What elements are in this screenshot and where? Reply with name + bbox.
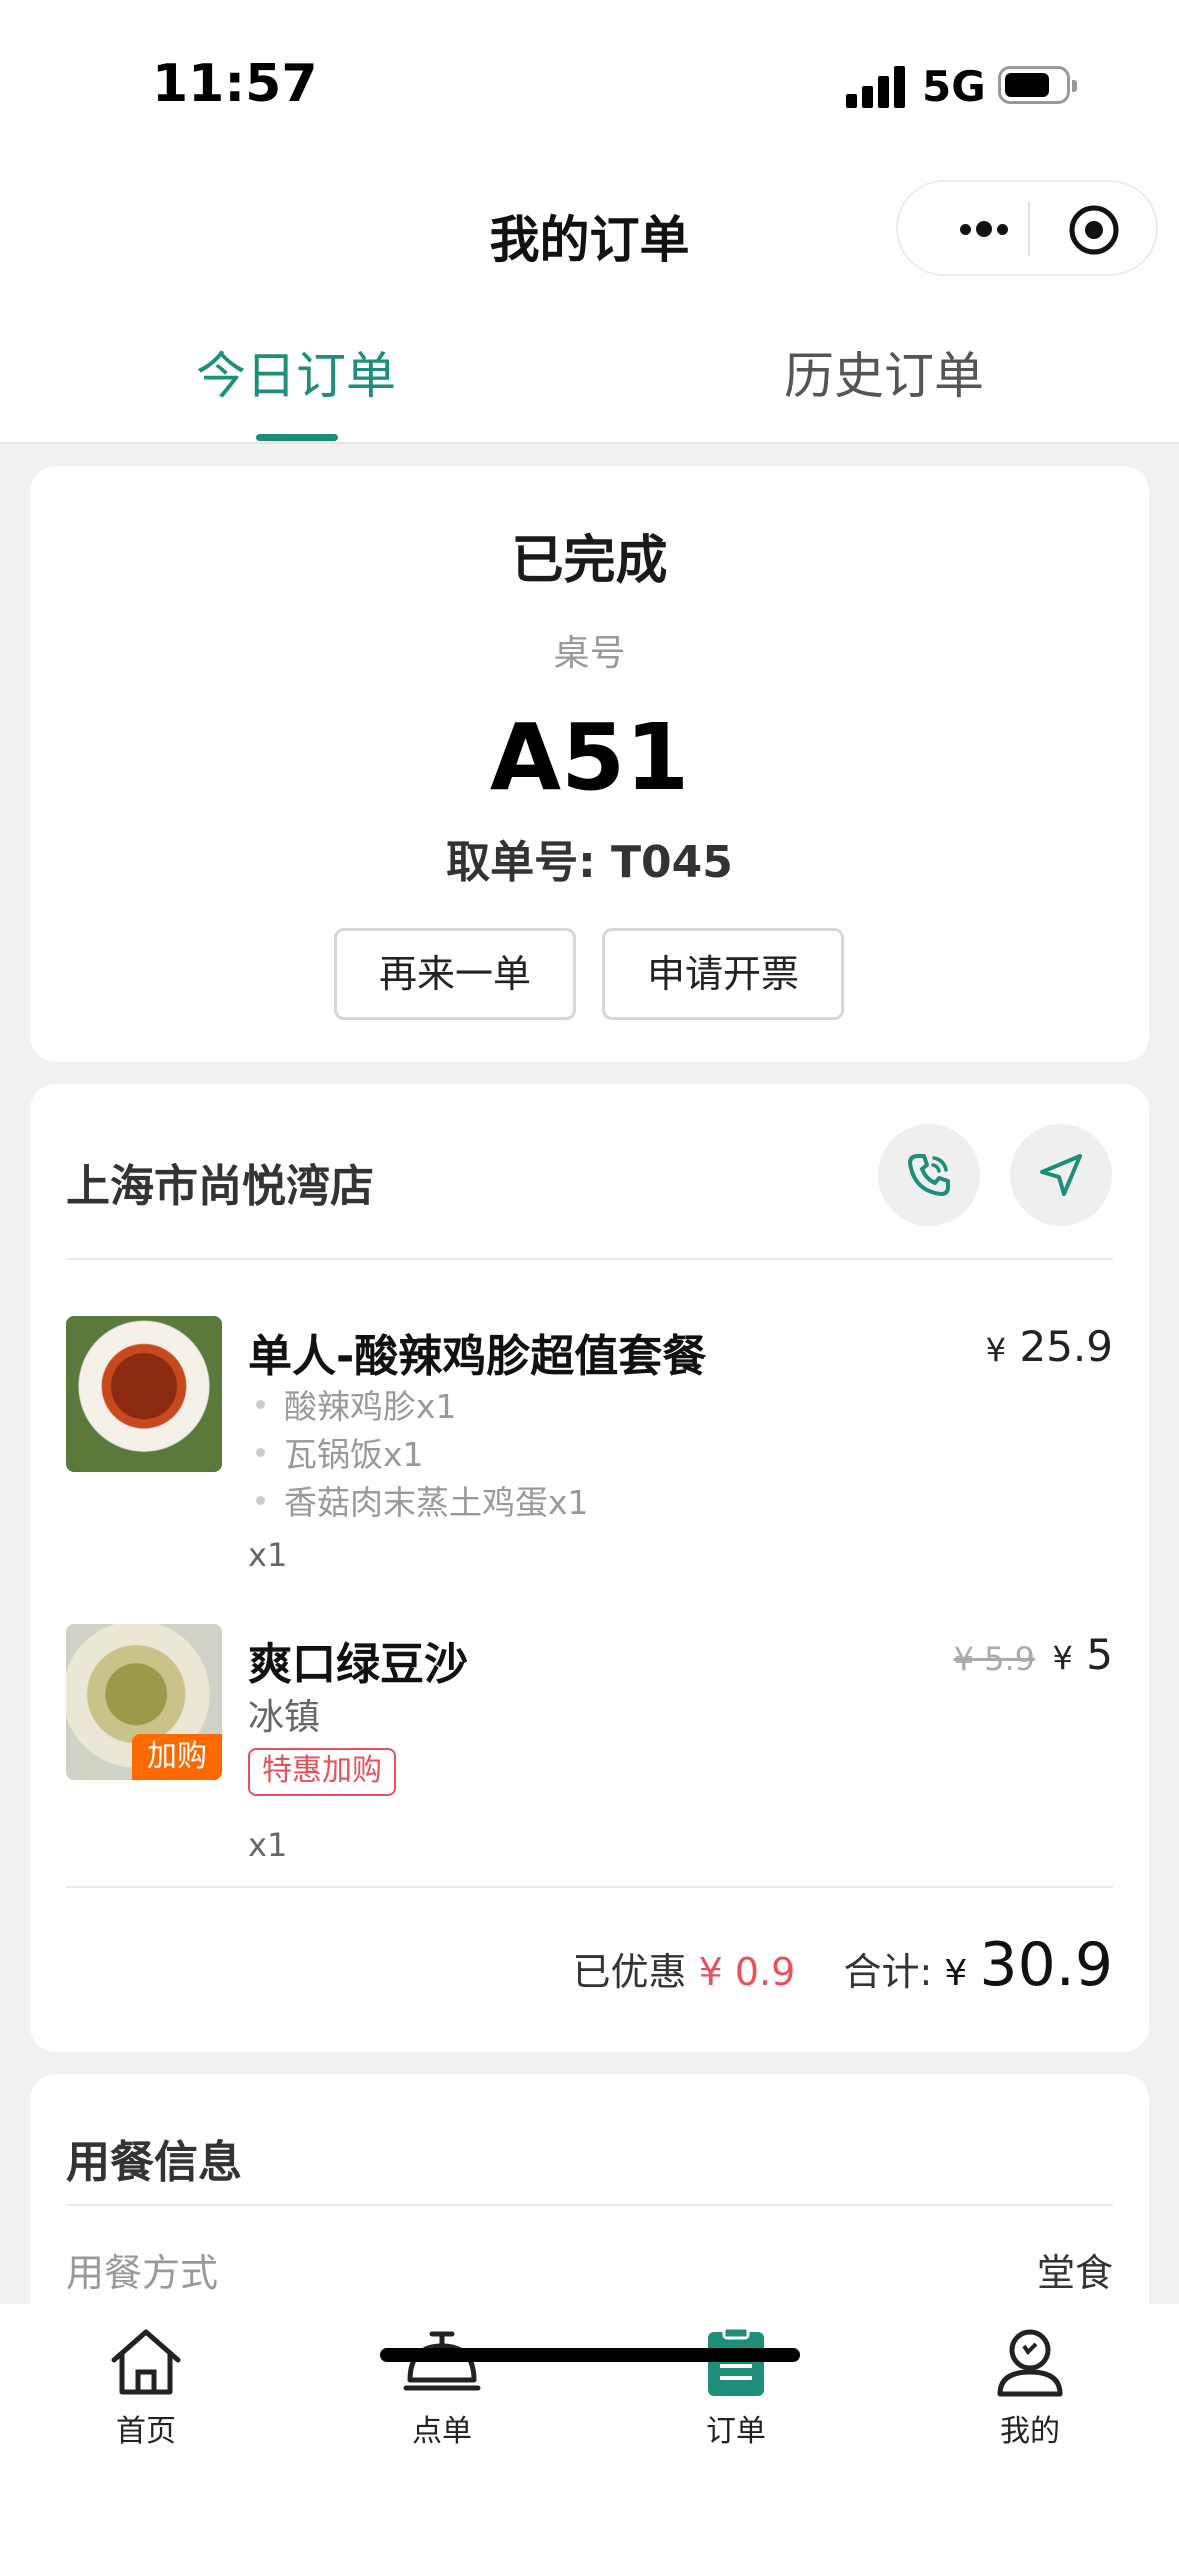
nav-header: 我的订单 <box>0 170 1179 300</box>
item-note: 冰镇 <box>248 1697 321 1738</box>
bottom-tab-bar: 首页 点单 订单 我的 <box>0 2304 1179 2556</box>
tabbar-label: 点单 <box>412 2414 472 2449</box>
table-number: A51 <box>489 704 690 811</box>
order-list-icon <box>708 2326 764 2396</box>
reorder-button[interactable]: 再来一单 <box>334 928 576 1020</box>
divider <box>66 1258 1113 1260</box>
home-icon <box>111 2329 181 2395</box>
item-price-value: 5 <box>1086 1630 1113 1679</box>
addon-tag: 加购 <box>132 1734 222 1780</box>
dining-method-value: 堂食 <box>1036 2251 1113 2295</box>
item-image-spicy-gizzard-set[interactable] <box>66 1316 222 1472</box>
item-price-value: 25.9 <box>1019 1322 1113 1371</box>
item-image-mung-bean-soup[interactable]: 加购 <box>66 1624 222 1780</box>
navigation-arrow-icon <box>1040 1154 1082 1196</box>
divider <box>66 2204 1113 2206</box>
item-component: 瓦锅饭x1 <box>256 1428 424 1476</box>
mini-program-capsule <box>896 180 1158 276</box>
item-name: 单人-酸辣鸡胗超值套餐 <box>248 1331 707 1382</box>
item-component: 酸辣鸡胗x1 <box>256 1380 457 1428</box>
cloche-icon <box>403 2331 481 2391</box>
store-name: 上海市尚悦湾店 <box>66 1161 374 1212</box>
status-time: 11:57 <box>152 54 318 114</box>
order-detail-card: 上海市尚悦湾店 单人-酸辣鸡胗超值套餐 ¥ 25.9 酸辣鸡胗x1 瓦锅饭x1 … <box>30 1084 1149 2052</box>
battery-icon <box>998 66 1077 104</box>
item-component: 香菇肉末蒸土鸡蛋x1 <box>256 1476 589 1524</box>
active-tab-indicator <box>256 434 338 441</box>
tabbar-item-profile[interactable]: 我的 <box>960 2326 1100 2456</box>
signal-icon <box>846 64 906 108</box>
currency-symbol: ¥ <box>1052 1639 1073 1677</box>
pickup-number: 取单号: T045 <box>446 837 733 888</box>
discount-label: 已优惠 <box>572 1950 687 1994</box>
promo-tag: 特惠加购 <box>248 1748 396 1796</box>
more-icon[interactable] <box>938 210 1028 250</box>
navigate-store-button[interactable] <box>1010 1124 1112 1226</box>
tab-history-orders[interactable]: 历史订单 <box>784 336 984 408</box>
order-summary: 已优惠 ¥ 0.9 合计: ¥ 30.9 <box>573 1930 1114 2000</box>
profile-icon <box>997 2329 1063 2397</box>
tab-today-orders[interactable]: 今日订单 <box>196 336 396 408</box>
network-type: 5G <box>922 62 986 111</box>
total-value: 30.9 <box>979 1930 1113 2000</box>
call-store-button[interactable] <box>878 1124 980 1226</box>
invoice-button[interactable]: 申请开票 <box>602 928 844 1020</box>
home-indicator <box>380 2348 800 2362</box>
divider <box>66 1886 1113 1888</box>
item-price: ¥ 25.9 <box>986 1322 1113 1371</box>
discount-value: ¥ 0.9 <box>698 1950 796 1994</box>
tabbar-item-orders[interactable]: 订单 <box>666 2326 806 2456</box>
original-price: ¥ 5.9 <box>953 1640 1035 1678</box>
order-tabs: 今日订单 历史订单 <box>0 300 1179 444</box>
order-status: 已完成 <box>511 531 668 591</box>
item-name: 爽口绿豆沙 <box>248 1639 468 1690</box>
tabbar-label: 我的 <box>1000 2414 1060 2449</box>
currency-symbol: ¥ <box>985 1331 1007 1369</box>
status-bar: 11:57 5G <box>0 0 1179 170</box>
tabbar-item-order-food[interactable]: 点单 <box>372 2326 512 2456</box>
close-target-icon[interactable] <box>1068 204 1120 256</box>
total-currency: ¥ <box>944 1953 968 1994</box>
total-label: 合计: <box>843 1950 933 1994</box>
dining-info-title: 用餐信息 <box>66 2137 242 2188</box>
capsule-divider <box>1028 202 1030 256</box>
tabbar-label: 订单 <box>706 2414 766 2449</box>
dining-method-label: 用餐方式 <box>66 2251 219 2295</box>
tabbar-label: 首页 <box>116 2414 176 2449</box>
item-quantity: x1 <box>248 1826 288 1864</box>
table-label: 桌号 <box>553 633 626 674</box>
order-status-card: 已完成 桌号 A51 取单号: T045 再来一单 申请开票 <box>30 466 1149 1062</box>
phone-icon <box>908 1154 950 1196</box>
item-quantity: x1 <box>248 1536 288 1574</box>
item-price: ¥ 5 <box>1053 1630 1113 1679</box>
tabbar-item-home[interactable]: 首页 <box>76 2326 216 2456</box>
